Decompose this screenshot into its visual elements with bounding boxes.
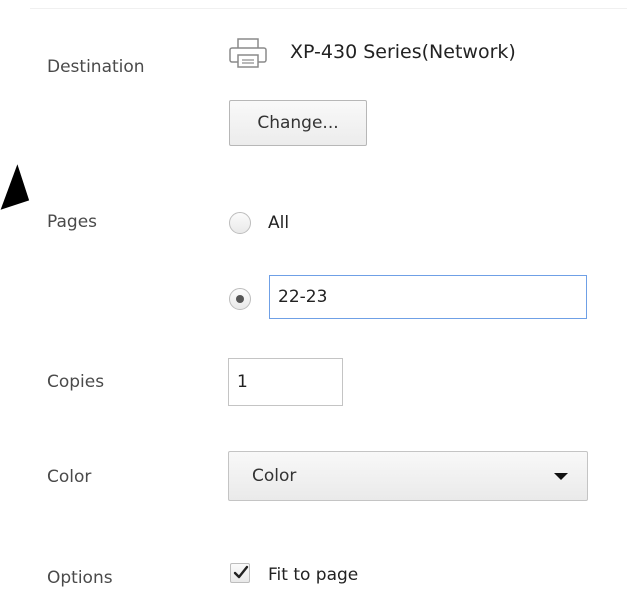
destination-label: Destination [47,57,145,77]
radio-selected-dot [236,295,244,303]
pages-all-label: All [268,213,290,233]
fit-to-page-checkbox[interactable] [230,563,250,583]
printer-icon [229,38,267,68]
pages-range-input[interactable] [269,275,587,319]
pages-custom-radio[interactable] [229,288,251,310]
pages-all-radio[interactable] [229,212,251,234]
copies-label: Copies [47,372,105,392]
color-label: Color [47,467,92,487]
change-destination-button[interactable]: Change... [229,100,367,146]
color-select[interactable]: Color [228,451,588,501]
printer-name: XP-430 Series(Network) [290,41,516,63]
chevron-down-icon [554,473,568,480]
check-icon [233,565,249,579]
copies-input[interactable] [228,358,343,406]
cursor-arrow-icon [0,164,30,210]
top-divider [30,8,627,9]
options-label: Options [47,568,113,588]
pages-label: Pages [47,212,98,232]
color-select-value: Color [252,466,297,486]
fit-to-page-label: Fit to page [268,565,359,585]
